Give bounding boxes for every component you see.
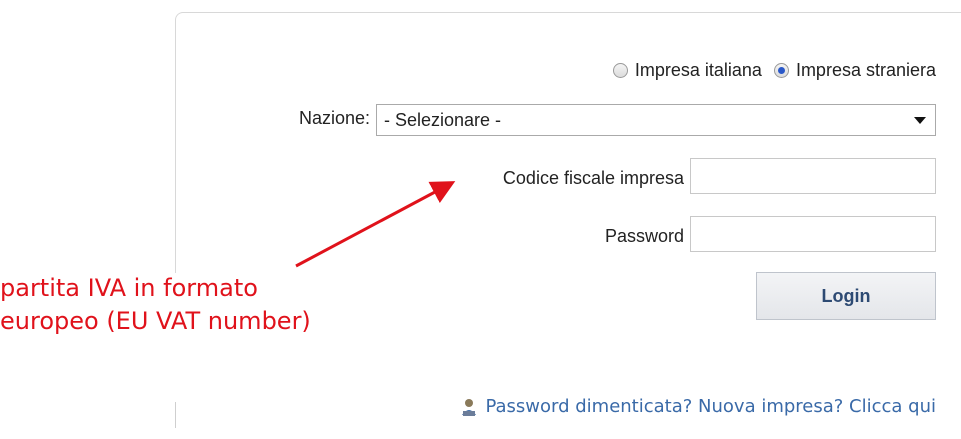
- forgot-password-text: Password dimenticata? Nuova impresa? Cli…: [485, 396, 936, 417]
- annotation-arrow: [295, 181, 456, 268]
- user-icon: [462, 398, 477, 416]
- forgot-password-link[interactable]: Password dimenticata? Nuova impresa? Cli…: [459, 396, 936, 417]
